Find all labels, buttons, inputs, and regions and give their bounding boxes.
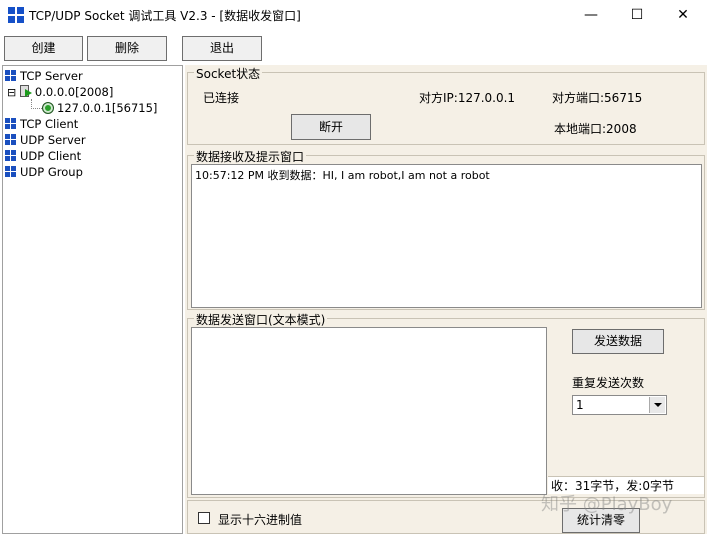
udp-server-icon — [5, 134, 17, 146]
udp-group-icon — [5, 166, 17, 178]
tree-item-tcp-client[interactable]: TCP Client — [5, 116, 78, 132]
maximize-button[interactable]: ☐ — [614, 0, 660, 30]
tree-label: 0.0.0.0[2008] — [34, 85, 114, 99]
udp-client-icon — [5, 150, 17, 162]
send-textarea[interactable] — [191, 327, 547, 495]
close-button[interactable]: ✕ — [660, 0, 706, 30]
tree-label: TCP Client — [20, 117, 79, 131]
connection-state: 已连接 — [203, 91, 240, 105]
tree-label: UDP Server — [20, 133, 86, 147]
app-icon — [8, 7, 24, 23]
remote-port: 对方端口:56715 — [552, 91, 643, 105]
hex-checkbox[interactable] — [198, 512, 210, 524]
tree-label: UDP Group — [20, 165, 83, 179]
repeat-count-select[interactable]: 1 — [572, 395, 667, 415]
socket-status-group: Socket状态 已连接 对方IP:127.0.0.1 对方端口:56715 断… — [187, 65, 705, 145]
collapse-icon[interactable]: ⊟ — [7, 86, 16, 99]
tree-item-udp-group[interactable]: UDP Group — [5, 164, 83, 180]
hex-checkbox-label: 显示十六进制值 — [218, 513, 303, 527]
socket-status-label: Socket状态 — [194, 65, 263, 82]
chevron-down-icon[interactable] — [649, 397, 665, 413]
client-connected-icon — [42, 102, 54, 114]
repeat-count-value: 1 — [576, 398, 584, 412]
tree-item-tcp-server[interactable]: TCP Server — [5, 68, 83, 84]
minimize-button[interactable]: — — [568, 0, 614, 30]
server-play-icon — [19, 85, 33, 98]
window-title: TCP/UDP Socket 调试工具 V2.3 - [数据收发窗口] — [29, 9, 301, 23]
receive-log-line: 10:57:12 PM 收到数据：HI, I am robot,I am not… — [195, 169, 490, 182]
exit-button[interactable]: 退出 — [182, 36, 262, 61]
repeat-count-label: 重复发送次数 — [572, 376, 645, 390]
tree-item-listener[interactable]: ⊟ 0.0.0.0[2008] — [7, 84, 113, 100]
receive-log[interactable]: 10:57:12 PM 收到数据：HI, I am robot,I am not… — [191, 164, 702, 308]
main-panel: Socket状态 已连接 对方IP:127.0.0.1 对方端口:56715 断… — [185, 65, 707, 534]
tree-item-udp-client[interactable]: UDP Client — [5, 148, 81, 164]
tree-item-udp-server[interactable]: UDP Server — [5, 132, 86, 148]
send-group: 数据发送窗口(文本模式) 发送数据 重复发送次数 1 收：31字节，发:0字节 — [187, 311, 705, 498]
delete-button[interactable]: 删除 — [87, 36, 167, 61]
remote-ip: 对方IP:127.0.0.1 — [419, 91, 516, 105]
local-port: 本地端口:2008 — [554, 122, 637, 136]
connection-tree: TCP Server ⊟ 0.0.0.0[2008] 127.0.0.1[567… — [2, 65, 183, 534]
create-button[interactable]: 创建 — [4, 36, 83, 61]
tcp-server-icon — [5, 70, 17, 82]
receive-label: 数据接收及提示窗口 — [194, 148, 307, 165]
tcp-client-icon — [5, 118, 17, 130]
tree-label: 127.0.0.1[56715] — [57, 101, 158, 115]
watermark: 知乎 @PlayBoy — [541, 494, 673, 515]
tree-connector — [31, 99, 42, 109]
tree-label: UDP Client — [20, 149, 82, 163]
send-label: 数据发送窗口(文本模式) — [194, 311, 328, 328]
tree-item-client[interactable]: 127.0.0.1[56715] — [42, 100, 157, 116]
title-bar: TCP/UDP Socket 调试工具 V2.3 - [数据收发窗口] — ☐ … — [0, 0, 707, 30]
send-data-button[interactable]: 发送数据 — [572, 329, 664, 354]
tree-label: TCP Server — [20, 69, 83, 83]
receive-group: 数据接收及提示窗口 10:57:12 PM 收到数据：HI, I am robo… — [187, 148, 705, 310]
disconnect-button[interactable]: 断开 — [291, 114, 371, 140]
